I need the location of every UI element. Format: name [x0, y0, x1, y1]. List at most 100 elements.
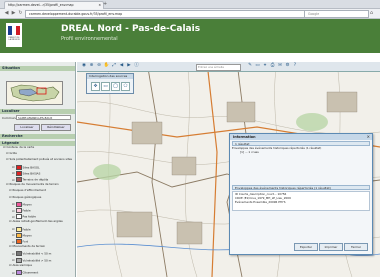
map-tool-icon[interactable]: ⊖ — [96, 63, 102, 69]
logo-text: PRÉFET DE LA RÉGION — [8, 37, 20, 42]
forward-icon[interactable]: ▶ — [10, 10, 17, 17]
legend-item[interactable]: ☑ Faible — [12, 208, 31, 213]
new-tab-button[interactable]: + — [103, 1, 107, 7]
map-tool-icon[interactable]: ✉ — [277, 63, 283, 69]
checkbox-icon[interactable]: ☑ — [12, 171, 15, 175]
legend-item[interactable]: ☑ Faible — [12, 226, 31, 232]
legend-label: Pas faible — [22, 214, 36, 219]
map-tool-icon[interactable]: ⤢ — [111, 63, 117, 69]
browser-tab-strip: http://carmen.devel...r/35/profil_env.ma… — [0, 0, 380, 9]
scale-input[interactable]: Entrez une échelle — [196, 64, 241, 71]
situation-header[interactable]: Situation — [0, 66, 75, 71]
legend-swatch — [15, 251, 22, 257]
page-subtitle: Profil environnemental — [61, 36, 118, 42]
result-tree-child[interactable]: [1] ... 1 crues — [240, 150, 378, 155]
commune-select[interactable]: SAINT-AMAND-LES-EAUX — [16, 115, 71, 120]
map-tool-icon[interactable]: ▭ — [255, 63, 261, 69]
legend-label: Mouvements de terrain — [12, 244, 46, 249]
query-tool-icon[interactable]: ⬠ — [121, 82, 130, 91]
map-tool-icon[interactable]: ⓘ — [134, 63, 140, 69]
legend-item[interactable]: ☑ Glissement — [12, 270, 38, 275]
map-tool-icon[interactable]: ✋ — [104, 63, 110, 69]
query-tools-title: Interrogation des sources — [87, 74, 133, 79]
close-button[interactable]: Fermer — [344, 243, 368, 251]
map-tool-icon[interactable]: ◉ — [81, 63, 87, 69]
legend-label: Terrains de dépôts — [22, 177, 49, 182]
query-tool-icon[interactable]: ▭ — [101, 82, 110, 91]
checkbox-icon[interactable]: ☑ — [12, 215, 15, 219]
browser-tab[interactable]: http://carmen.devel...r/35/profil_env.ma… — [4, 1, 104, 9]
legend-item[interactable]: ☑Grille — [6, 152, 17, 155]
map-tool-icon[interactable]: ⌖ — [262, 63, 268, 69]
address-input[interactable]: carmen.developpement-durable.gouv.fr/35/… — [25, 10, 305, 18]
back-icon[interactable]: ◀ — [3, 10, 10, 17]
tricolor-flag-icon — [8, 26, 20, 35]
map-tool-icon[interactable]: ⊕ — [89, 63, 95, 69]
checkbox-icon[interactable]: ☑ — [9, 219, 12, 223]
checkbox-icon[interactable]: ☑ — [3, 145, 6, 149]
map-tool-icon[interactable]: ✎ — [247, 63, 253, 69]
map-tool-icon[interactable]: ⚙ — [285, 63, 291, 69]
information-title: Information — [230, 134, 372, 140]
recherche-header[interactable]: Recherche — [0, 134, 75, 139]
close-panel-icon[interactable]: × — [367, 134, 370, 140]
query-tool-icon[interactable]: ◯ — [111, 82, 120, 91]
situation-minimap[interactable] — [6, 81, 63, 105]
legend-label: Risques d'effondrement — [12, 188, 46, 193]
checkbox-icon[interactable]: ☑ — [12, 252, 15, 256]
legend-item[interactable]: ☑Contenu de la carte — [3, 146, 34, 149]
legend-item[interactable]: ☑ Moyen — [12, 232, 32, 238]
table-row: Événements Ensemble_20096 PHYS — [235, 200, 286, 204]
checkbox-icon[interactable]: ☑ — [6, 151, 9, 155]
legend-item[interactable]: ☑ Vulnérabilité < 50 m — [12, 251, 51, 257]
checkbox-icon[interactable]: ☑ — [6, 182, 9, 186]
legend-label: Sols potentiellement pollués et anciens … — [9, 157, 73, 162]
reload-icon[interactable]: ↻ — [17, 10, 24, 17]
checkbox-icon[interactable]: ☑ — [12, 258, 15, 262]
legend-item[interactable]: ☑Aléa sismique — [9, 263, 32, 267]
legend-item[interactable]: ☑ Sites BASIAS — [12, 170, 40, 176]
map-tool-icon[interactable]: ? — [292, 63, 298, 69]
localiser-button[interactable]: Localiser — [14, 124, 40, 131]
map-tool-icon[interactable]: ◀ — [119, 63, 125, 69]
checkbox-icon[interactable]: ☑ — [9, 188, 12, 192]
checkbox-icon[interactable]: ☑ — [9, 195, 12, 199]
map-tool-icon[interactable]: ▶ — [126, 63, 132, 69]
legend-item[interactable]: ☑Mouvements de terrain — [9, 245, 45, 248]
home-icon[interactable]: ⌂ — [368, 10, 375, 17]
checkbox-icon[interactable]: ☑ — [12, 165, 15, 169]
checkbox-icon[interactable]: ☑ — [6, 157, 9, 161]
legend-swatch — [15, 208, 22, 213]
details-section[interactable]: Enveloppes des événements historiques ré… — [232, 185, 370, 190]
print-button[interactable]: Imprimer — [319, 243, 343, 251]
close-tab-icon[interactable]: × — [98, 2, 101, 9]
legend-item[interactable]: ☑Risques géologiques — [9, 195, 41, 199]
checkbox-icon[interactable]: ☑ — [12, 227, 15, 231]
legend-item[interactable]: ☑ Sites BASOL — [12, 164, 40, 170]
legend-item[interactable]: ☑Aléas retrait-gonflement des argiles — [9, 220, 63, 223]
legend-label: Faible — [22, 208, 31, 213]
legend-item[interactable]: ☑ Moyen — [12, 201, 32, 207]
checkbox-icon[interactable]: ☑ — [12, 233, 15, 237]
legend-item[interactable]: ☑Sols potentiellement pollués et anciens… — [6, 158, 72, 161]
checkbox-icon[interactable]: ☑ — [12, 202, 15, 206]
legend-swatch — [15, 164, 22, 170]
legend-label: Vulnérabilité > 50 m — [22, 258, 52, 263]
legend-item[interactable]: ☑Risques de mouvements de terrain — [6, 183, 59, 186]
localiser-header[interactable]: Localiser — [0, 109, 75, 114]
checkbox-icon[interactable]: ☑ — [12, 271, 15, 275]
search-input[interactable]: Google — [304, 10, 369, 18]
checkbox-icon[interactable]: ☑ — [12, 209, 15, 213]
query-tool-icon[interactable]: ✥ — [91, 82, 100, 91]
checkbox-icon[interactable]: ☑ — [9, 263, 12, 267]
checkbox-icon[interactable]: ☑ — [9, 244, 12, 248]
map-tool-icon[interactable]: ⎙ — [270, 63, 276, 69]
query-tools-panel: Interrogation des sources ✥ ▭ ◯ ⬠ — [86, 73, 134, 94]
legend-label: Contenu de la carte — [6, 145, 35, 149]
legend-item[interactable]: ☑Risques d'effondrement — [9, 189, 46, 192]
reinitialiser-button[interactable]: Réinitialiser — [41, 124, 71, 131]
checkbox-icon[interactable]: ☑ — [12, 178, 15, 182]
checkbox-icon[interactable]: ☑ — [12, 240, 15, 244]
export-button[interactable]: Exporter — [294, 243, 318, 251]
region-outline-icon — [10, 84, 60, 102]
